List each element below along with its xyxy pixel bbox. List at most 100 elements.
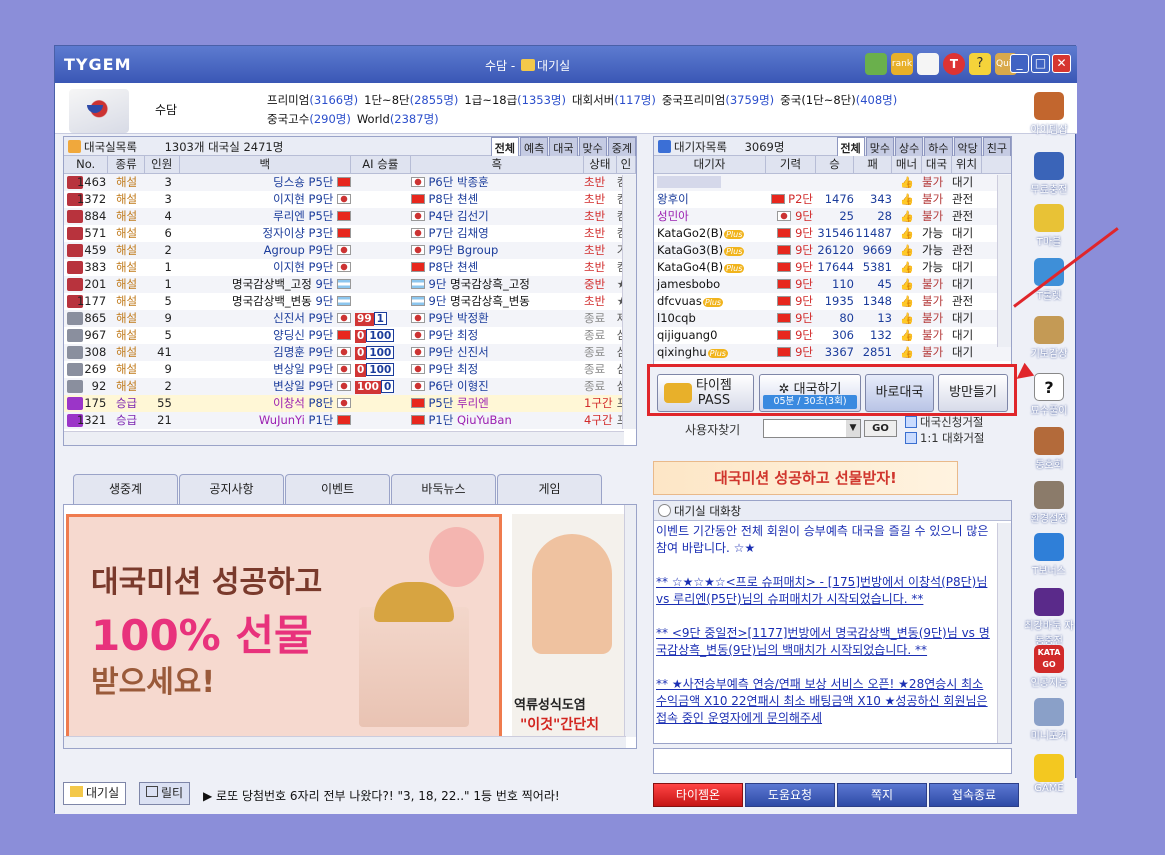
content-tab-0[interactable]: 생중계 [73, 474, 178, 504]
tab-game-3[interactable]: 맞수 [578, 137, 607, 156]
multi-tab[interactable]: 릴티 [139, 782, 191, 805]
column-header[interactable]: 대국 [922, 156, 952, 173]
sidebar-item-10[interactable]: KATA GO 인공지능 [1023, 645, 1075, 689]
list-item[interactable]: 성민아 9단 25 28 👍 불가 관전 [654, 208, 1011, 225]
table-row[interactable]: 967해설5양딩신 P9단 0100 P9단 최정종료삼성 [64, 327, 636, 344]
sidebar-item-2[interactable]: T마블 [1023, 204, 1075, 248]
sidebar-item-4[interactable]: 기보감상 [1023, 316, 1075, 360]
tab-waiting-3[interactable]: 하수 [924, 137, 953, 156]
column-header[interactable]: 기력 [766, 156, 816, 173]
server-link[interactable]: 대회서버(117명) [572, 93, 656, 107]
tygem-pass-button[interactable]: 타이젬 PASS [657, 374, 754, 412]
table-row[interactable]: 1321승급21WuJunYi P1단 P1단 QiuYuBan4구간프로 [64, 412, 636, 429]
column-header[interactable]: 백 [180, 156, 351, 173]
list-item[interactable]: 👍 불가 대기 [654, 174, 1011, 191]
minimize-button[interactable]: _ [1010, 54, 1029, 73]
list-item[interactable]: jamesbobo 9단 110 45 👍 불가 대기 [654, 276, 1011, 293]
tygem-on-button[interactable]: 타이젬온 [653, 783, 743, 807]
server-link[interactable]: World(2387명) [357, 112, 439, 126]
column-header[interactable]: 대기자 [654, 156, 766, 173]
tab-waiting-4[interactable]: 악당 [953, 137, 982, 156]
table-row[interactable]: 1177해설5명국감상백_변동 9단 9단 명국감상흑_변동초반★모 [64, 293, 636, 310]
server-link[interactable]: 중국고수(290명) [267, 112, 351, 126]
column-header[interactable]: 상태 [584, 156, 617, 173]
ad-banner[interactable]: 역류성식도염 "이것"간단치 [512, 514, 624, 739]
match-button[interactable]: ✲ 대국하기 05분 / 30초(3회) [759, 374, 861, 412]
server-link[interactable]: 1단~8단(2855명) [364, 93, 458, 107]
sidebar-item-12[interactable]: GAME [1023, 754, 1075, 794]
home-icon[interactable] [865, 53, 887, 75]
column-header[interactable]: 매너 [892, 156, 922, 173]
tab-waiting-2[interactable]: 상수 [895, 137, 924, 156]
user-search-input[interactable]: ▼ [763, 419, 861, 438]
list-item[interactable]: qijiguang0 9단 306 132 👍 불가 대기 [654, 327, 1011, 344]
help-request-button[interactable]: 도움요청 [745, 783, 835, 807]
list-item[interactable]: KataGo2(B) Plus 9단 31546 11487 👍 가능 대기 [654, 225, 1011, 242]
column-header[interactable]: 인시 [617, 156, 636, 188]
sidebar-item-8[interactable]: T보너스 [1023, 533, 1075, 577]
chat-vscroll[interactable] [997, 523, 1011, 743]
server-link[interactable]: 중국(1단~8단)(408명) [780, 93, 897, 107]
column-header[interactable]: 패 [854, 156, 892, 173]
content-tab-2[interactable]: 이벤트 [285, 474, 390, 504]
character-icon[interactable] [917, 53, 939, 75]
search-go-button[interactable]: GO [864, 420, 897, 437]
column-header[interactable]: 위치 [952, 156, 982, 173]
list-item[interactable]: KataGo4(B) Plus 9단 17644 5381 👍 가능 대기 [654, 259, 1011, 276]
tab-game-4[interactable]: 중계 [607, 137, 636, 156]
game-list-hscroll[interactable] [64, 431, 624, 445]
column-header[interactable]: 승 [816, 156, 854, 173]
rank-icon[interactable]: rank [891, 53, 913, 75]
close-button[interactable]: ✕ [1052, 54, 1071, 73]
server-link[interactable]: 1급~18급(1353명) [464, 93, 566, 107]
tab-waiting-0[interactable]: 전체 [836, 137, 865, 156]
user-avatar[interactable] [69, 89, 129, 133]
sidebar-item-1[interactable]: 무료충전 [1023, 152, 1075, 196]
tab-game-2[interactable]: 대국 [549, 137, 578, 156]
logout-button[interactable]: 접속종료 [929, 783, 1019, 807]
table-row[interactable]: 884해설4루리엔 P5단 P4단 김선기초반컴트 [64, 208, 636, 225]
sidebar-item-0[interactable]: 아이템샵 [1023, 92, 1075, 136]
reject-match-checkbox[interactable]: 대국신청거절 [905, 414, 984, 430]
table-row[interactable]: 1372해설3이지현 P9단 P8단 쳔셴초반컴트 [64, 191, 636, 208]
news-ticker[interactable]: ▶ 로또 당첨번호 6자리 전부 나왔다?! "3, 18, 22.." 1등 … [203, 787, 560, 804]
column-header[interactable]: 종류 [108, 156, 145, 173]
waiting-list-vscroll[interactable] [997, 175, 1011, 347]
tab-game-0[interactable]: 전체 [490, 137, 519, 156]
list-item[interactable]: l10cqb 9단 80 13 👍 불가 대기 [654, 310, 1011, 327]
list-item[interactable]: qixinghu Plus 9단 3367 2851 👍 불가 대기 [654, 344, 1011, 361]
table-row[interactable]: 571해설6정자이샹 P3단 P7단 김채영초반컴트 [64, 225, 636, 242]
mission-banner[interactable]: 대국미션 성공하고 선물받자! [653, 461, 958, 495]
table-row[interactable]: 269해설9변상일 P9단 0100 P9단 최정종료삼성 [64, 361, 636, 378]
lobby-tab[interactable]: 대기실 [63, 782, 127, 805]
chat-input[interactable] [653, 748, 1012, 774]
table-row[interactable]: 201해설1명국감상백_고정 9단 9단 명국감상흑_고정중반★모 [64, 276, 636, 293]
list-item[interactable]: 왕후이 P2단 1476 343 👍 불가 관전 [654, 191, 1011, 208]
tab-game-1[interactable]: 예측 [520, 137, 549, 156]
table-row[interactable]: 1463해설3딩스숑 P5단 P6단 박종훈초반컴트 [64, 174, 636, 191]
sidebar-item-7[interactable]: 환경설정 [1023, 481, 1075, 525]
column-header[interactable]: 흑 [411, 156, 584, 173]
sidebar-item-5[interactable]: ? 묘수풀이 [1023, 373, 1075, 417]
message-button[interactable]: 쪽지 [837, 783, 927, 807]
table-row[interactable]: 383해설1이지현 P9단 P8단 쳔셴초반컴트 [64, 259, 636, 276]
hint-icon[interactable]: ? [969, 53, 991, 75]
server-link[interactable]: 프리미엄(3166명) [267, 93, 358, 107]
content-tab-4[interactable]: 게임 [497, 474, 602, 504]
maximize-button[interactable]: □ [1031, 54, 1050, 73]
table-row[interactable]: 459해설2Agroup P9단 P9단 Bgroup초반기터 [64, 242, 636, 259]
quick-match-button[interactable]: 바로대국 [865, 374, 934, 412]
column-header[interactable]: AI 승률 [351, 156, 411, 173]
sidebar-item-6[interactable]: 동호회 [1023, 427, 1075, 471]
content-tab-1[interactable]: 공지사항 [179, 474, 284, 504]
reject-chat-checkbox[interactable]: 1:1 대화거절 [905, 430, 984, 446]
create-room-button[interactable]: 방만들기 [938, 374, 1008, 412]
promo-vscroll[interactable] [624, 505, 636, 737]
table-row[interactable]: 175승급55이창석 P8단 P5단 루리엔1구간프로 [64, 395, 636, 412]
list-item[interactable]: KataGo3(B) Plus 9단 26120 9669 👍 가능 관전 [654, 242, 1011, 259]
game-list-vscroll[interactable] [622, 175, 636, 429]
table-row[interactable]: 308해설41김명훈 P9단 0100 P9단 신진서종료삼성 [64, 344, 636, 361]
column-header[interactable]: No. [64, 156, 109, 173]
list-item[interactable]: dfcvuas Plus 9단 1935 1348 👍 불가 관전 [654, 293, 1011, 310]
sidebar-item-11[interactable]: 미니포커 [1023, 698, 1075, 742]
